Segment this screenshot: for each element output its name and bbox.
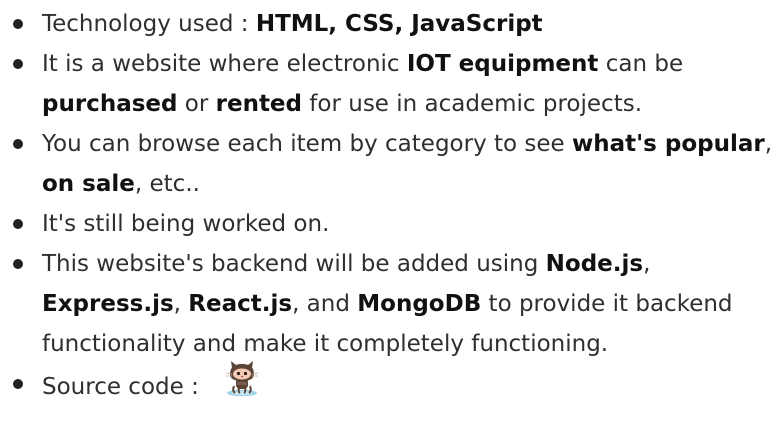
list-item-technology: Technology used : HTML, CSS, JavaScript	[0, 4, 778, 44]
bullet-icon	[13, 219, 23, 229]
text-segment-bold: IOT equipment	[406, 51, 599, 77]
github-octocat-icon[interactable]	[222, 358, 262, 411]
text-segment-bold: MongoDB	[357, 291, 482, 317]
text-segment: , and	[292, 291, 358, 317]
text-segment: or	[177, 91, 216, 117]
list-item-status: It's still being worked on.	[0, 204, 778, 244]
text-segment: It is a website where electronic	[42, 51, 407, 77]
bullet-icon	[13, 19, 23, 29]
text-segment-bold: Node.js	[545, 251, 644, 277]
list-item-browse-category: You can browse each item by category to …	[0, 124, 778, 204]
bullet-icon	[13, 59, 23, 69]
bullet-icon	[13, 259, 23, 269]
text-segment-bold: what's popular	[572, 131, 765, 157]
text-segment: for use in academic projects.	[302, 91, 643, 117]
text-segment: ,	[764, 131, 773, 157]
text-segment: Source code :	[42, 374, 207, 400]
list-item-backend-plans: This website's backend will be added usi…	[0, 244, 778, 364]
text-segment: , etc..	[134, 171, 200, 197]
text-segment: You can browse each item by category to …	[42, 131, 572, 157]
text-segment-bold: React.js	[188, 291, 293, 317]
list-item-website-purpose: It is a website where electronic IOT equ…	[0, 44, 778, 124]
text-segment: ,	[173, 291, 189, 317]
text-segment-bold: HTML, CSS, JavaScript	[255, 11, 543, 37]
list-item-source-code: Source code :	[0, 361, 778, 411]
project-description-list: Technology used : HTML, CSS, JavaScript …	[0, 4, 778, 411]
text-segment: can be	[598, 51, 684, 77]
text-segment: It's still being worked on.	[42, 211, 330, 237]
text-segment: This website's backend will be added usi…	[42, 251, 546, 277]
text-segment-bold: Express.js	[42, 291, 174, 317]
text-segment-bold: purchased	[42, 91, 178, 117]
text-segment-bold: on sale	[42, 171, 135, 197]
bullet-icon	[13, 379, 23, 389]
text-segment-bold: rented	[215, 91, 302, 117]
text-segment: Technology used :	[42, 11, 256, 37]
text-segment: ,	[643, 251, 651, 277]
bullet-icon	[13, 139, 23, 149]
